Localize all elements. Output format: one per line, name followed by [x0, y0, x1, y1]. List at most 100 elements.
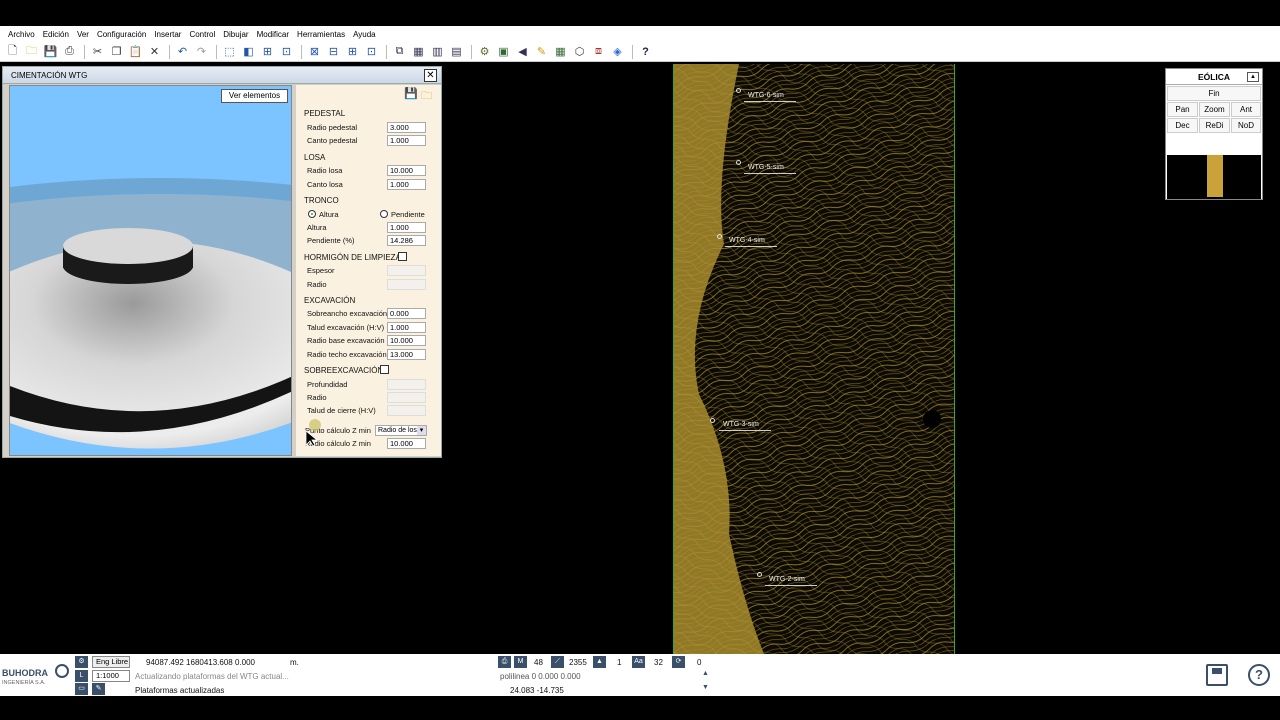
radio-calculo-input[interactable]: 10.000 — [387, 438, 426, 449]
help-icon[interactable]: ? — [1248, 664, 1270, 686]
pencil-icon[interactable]: ✎ — [92, 683, 105, 695]
view-4-icon[interactable]: ⊡ — [363, 43, 380, 60]
pendiente-input[interactable]: 14.286 — [387, 235, 426, 246]
delete-icon[interactable]: ✕ — [146, 43, 163, 60]
redo-icon[interactable]: ↷ — [193, 43, 210, 60]
ver-elementos-button[interactable]: Ver elementos — [221, 89, 288, 103]
radio-hormigon-input[interactable] — [387, 279, 426, 290]
talud-cierre-input[interactable] — [387, 405, 426, 416]
cut-icon[interactable]: ✂ — [89, 43, 106, 60]
bookmark-icon[interactable]: M — [514, 656, 527, 668]
view-2-icon[interactable]: ⊟ — [325, 43, 342, 60]
dec-button[interactable]: Dec — [1167, 118, 1198, 133]
ant-button[interactable]: Ant — [1231, 102, 1261, 117]
hormigon-limpieza-checkbox[interactable] — [398, 252, 407, 261]
select-icon[interactable]: ⬚ — [221, 43, 238, 60]
wtg-3-marker[interactable] — [710, 418, 715, 423]
network-icon[interactable]: ⧈ — [590, 43, 607, 60]
triangle-icon[interactable]: ▲ — [593, 656, 606, 668]
new-file-icon[interactable]: 🗋 — [4, 43, 21, 60]
open-folder-icon[interactable]: 🗀 — [421, 87, 432, 106]
wtg-5-marker[interactable] — [736, 160, 741, 165]
menu-archivo[interactable]: Archivo — [4, 30, 39, 39]
espesor-input[interactable] — [387, 265, 426, 276]
pan-button[interactable]: Pan — [1167, 102, 1198, 117]
layers-icon[interactable]: ⧉ — [391, 43, 408, 60]
foundation-3d-preview[interactable] — [9, 85, 292, 456]
wtg-2-marker[interactable] — [757, 572, 762, 577]
layer-icon[interactable]: L — [75, 670, 88, 682]
redi-button[interactable]: ReDi — [1199, 118, 1230, 133]
menu-ver[interactable]: Ver — [73, 30, 93, 39]
fin-button[interactable]: Fin — [1167, 86, 1261, 101]
talud-excavacion-input[interactable]: 1.000 — [387, 322, 426, 333]
pencil-icon[interactable]: ✎ — [533, 43, 550, 60]
punto-calculo-select[interactable]: Radio de losa ▾ — [375, 425, 427, 436]
minimap-viewport — [1207, 155, 1223, 197]
sobreexcavacion-checkbox[interactable] — [380, 365, 389, 374]
canto-pedestal-input[interactable]: 1.000 — [387, 135, 426, 146]
printer-icon[interactable]: ⎙ — [498, 656, 511, 668]
menu-dibujar[interactable]: Dibujar — [219, 30, 252, 39]
menu-edicion[interactable]: Edición — [39, 30, 73, 39]
altura-input[interactable]: 1.000 — [387, 222, 426, 233]
text-size-icon[interactable]: Aa — [632, 656, 645, 668]
save-icon[interactable]: 💾 — [42, 43, 59, 60]
print-icon[interactable]: ⎙ — [61, 43, 78, 60]
radio-sobreexcavacion-input[interactable] — [387, 392, 426, 403]
sobreancho-input[interactable]: 0.000 — [387, 308, 426, 319]
line-tool-icon[interactable]: ⟋ — [551, 656, 564, 668]
arrow-left-icon[interactable]: ◀ — [514, 43, 531, 60]
window-select-icon[interactable]: ◧ — [240, 43, 257, 60]
monitor-icon[interactable]: ▭ — [75, 683, 88, 695]
zoom-all-icon[interactable]: ⊡ — [278, 43, 295, 60]
altura-radio-button[interactable] — [308, 210, 316, 218]
collapse-icon[interactable]: ▲ — [1247, 72, 1259, 82]
menu-herramientas[interactable]: Herramientas — [293, 30, 349, 39]
nod-button[interactable]: NoD — [1231, 118, 1261, 133]
zoom-window-icon[interactable]: ⊞ — [259, 43, 276, 60]
close-icon[interactable]: ✕ — [424, 69, 437, 82]
engine-icon[interactable]: ⚙ — [75, 656, 88, 668]
undo-icon[interactable]: ↶ — [174, 43, 191, 60]
gear-icon[interactable]: ⚙ — [476, 43, 493, 60]
save-icon[interactable] — [1206, 664, 1228, 686]
menu-control[interactable]: Control — [185, 30, 219, 39]
wtg-6-marker[interactable] — [736, 88, 741, 93]
scale-field[interactable]: 1:1000 — [92, 670, 130, 682]
menu-configuracion[interactable]: Configuración — [93, 30, 150, 39]
table-icon[interactable]: ▦ — [410, 43, 427, 60]
chevron-down-icon: ▾ — [417, 426, 426, 435]
zoom-button[interactable]: Zoom — [1199, 102, 1230, 117]
paste-icon[interactable]: 📋 — [127, 43, 144, 60]
chevron-down-icon[interactable]: ▼ — [702, 684, 709, 691]
refresh-icon[interactable]: ⟳ — [672, 656, 685, 668]
menu-ayuda[interactable]: Ayuda — [349, 30, 380, 39]
menu-modificar[interactable]: Modificar — [253, 30, 293, 39]
cube-icon[interactable]: ⬡ — [571, 43, 588, 60]
view-1-icon[interactable]: ⊠ — [306, 43, 323, 60]
radio-base-input[interactable]: 10.000 — [387, 335, 426, 346]
radio-losa-input[interactable]: 10.000 — [387, 165, 426, 176]
drawing-canvas[interactable]: WTG-6-sim WTG-5-sim WTG-4-sim WTG-3-sim … — [673, 64, 955, 654]
wtg-4-marker[interactable] — [717, 234, 722, 239]
help-icon[interactable]: ? — [637, 43, 654, 60]
chart-icon[interactable]: ▥ — [429, 43, 446, 60]
save-icon[interactable]: 💾 — [404, 87, 418, 100]
open-folder-icon[interactable]: 🗀 — [23, 43, 40, 60]
document-icon[interactable]: ▤ — [448, 43, 465, 60]
pendiente-radio-button[interactable] — [380, 210, 388, 218]
profundidad-input[interactable] — [387, 379, 426, 390]
radio-techo-input[interactable]: 13.000 — [387, 349, 426, 360]
view-3-icon[interactable]: ⊞ — [344, 43, 361, 60]
copy-icon[interactable]: ❐ — [108, 43, 125, 60]
menu-insertar[interactable]: Insertar — [150, 30, 185, 39]
box-3d-icon[interactable]: ◈ — [609, 43, 626, 60]
eng-libre-button[interactable]: Eng Libre — [92, 656, 130, 668]
chevron-up-icon[interactable]: ▲ — [702, 670, 709, 677]
radio-pedestal-input[interactable]: 3.000 — [387, 122, 426, 133]
grid-icon[interactable]: ▦ — [552, 43, 569, 60]
canto-losa-input[interactable]: 1.000 — [387, 179, 426, 190]
image-icon[interactable]: ▣ — [495, 43, 512, 60]
overview-minimap[interactable] — [1167, 155, 1261, 199]
